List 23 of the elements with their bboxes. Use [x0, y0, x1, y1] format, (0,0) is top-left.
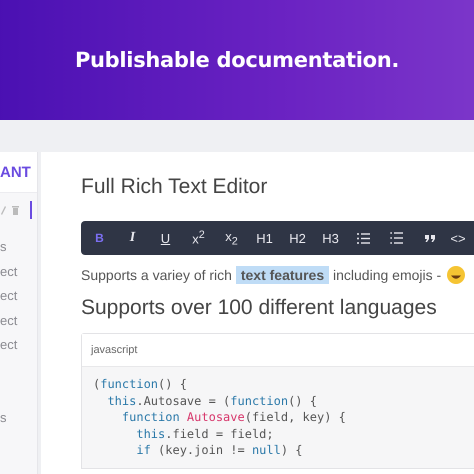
code-line: if (key.join != null) {: [135, 442, 304, 458]
paragraph-text: Supports a variey of rich text features including emojis -: [81, 266, 442, 284]
format-button[interactable]: H1: [248, 225, 281, 251]
numbered-list-icon: [390, 232, 403, 244]
section-heading: Supports over 100 different languages: [81, 296, 438, 320]
quote-icon: [424, 234, 434, 242]
text-cursor: [30, 201, 32, 219]
format-button[interactable]: <>: [446, 225, 470, 251]
format-button[interactable]: x$_{2}$: [215, 225, 248, 251]
format-button[interactable]: H2: [281, 225, 314, 251]
code-language: javascript: [82, 334, 474, 367]
format-button[interactable]: x$^{2}$: [182, 225, 215, 251]
bullet-list-icon: [357, 232, 370, 244]
code-line: this.Autosave = (function() {: [106, 392, 318, 409]
banner-title: Publishable documentation.: [74, 48, 400, 72]
code-line: function Autosave(field, key) {: [120, 409, 347, 426]
code-line: (function() {: [93, 376, 188, 392]
format-button[interactable]: I: [116, 225, 149, 251]
format-button[interactable]: H3: [314, 225, 347, 251]
emoji-icon: [447, 266, 466, 284]
editor-title: Full Rich Text Editor: [81, 174, 268, 200]
code-line: this.field = field;: [135, 426, 275, 442]
format-button[interactable]: U: [149, 225, 182, 251]
